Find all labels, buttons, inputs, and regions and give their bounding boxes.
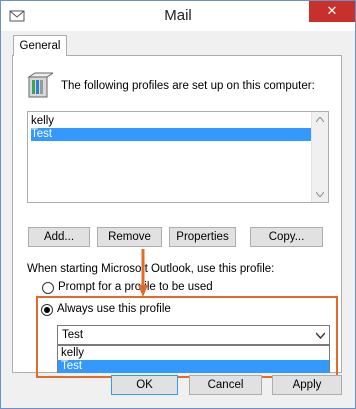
add-button[interactable]: Add... <box>28 227 90 247</box>
prompt-profile-radio[interactable] <box>42 282 54 294</box>
scroll-down-arrow-icon[interactable] <box>316 192 324 197</box>
profile-dropdown-list[interactable]: kelly Test <box>57 345 330 373</box>
window-title: Mail <box>164 7 192 24</box>
always-use-profile-radio[interactable] <box>41 304 53 316</box>
title-bar[interactable]: Mail ✕ <box>1 1 355 31</box>
profiles-icon <box>27 72 53 98</box>
always-use-profile-label[interactable]: Always use this profile <box>57 303 171 315</box>
list-item[interactable]: kelly <box>31 115 54 128</box>
apply-button[interactable]: Apply <box>272 375 342 395</box>
close-button[interactable]: ✕ <box>309 1 355 22</box>
profiles-listbox[interactable]: kelly Test <box>27 111 329 203</box>
prompt-profile-label[interactable]: Prompt for a profile to be used <box>58 281 213 293</box>
list-item[interactable]: Test <box>31 128 311 141</box>
remove-button[interactable]: Remove <box>97 227 162 247</box>
vertical-scrollbar[interactable] <box>311 112 328 202</box>
cancel-button[interactable]: Cancel <box>189 375 262 395</box>
chevron-down-icon[interactable] <box>316 332 325 339</box>
mail-dialog: Mail ✕ General The following profiles ar… <box>0 0 356 409</box>
dropdown-option[interactable]: Test <box>58 360 329 373</box>
annotation-arrow-icon <box>138 249 148 297</box>
ok-button[interactable]: OK <box>111 375 178 395</box>
close-icon: ✕ <box>326 3 338 18</box>
profile-combobox-value: Test <box>62 329 84 341</box>
profile-combobox[interactable]: Test <box>57 325 330 345</box>
profiles-intro-text: The following profiles are set up on thi… <box>61 80 315 92</box>
dropdown-option[interactable]: kelly <box>58 347 329 360</box>
scroll-up-arrow-icon[interactable] <box>316 117 324 122</box>
properties-button[interactable]: Properties <box>169 227 236 247</box>
startup-profile-label: When starting Microsoft Outlook, use thi… <box>27 263 275 275</box>
tab-general[interactable]: General <box>13 35 67 56</box>
copy-button[interactable]: Copy... <box>250 227 323 247</box>
